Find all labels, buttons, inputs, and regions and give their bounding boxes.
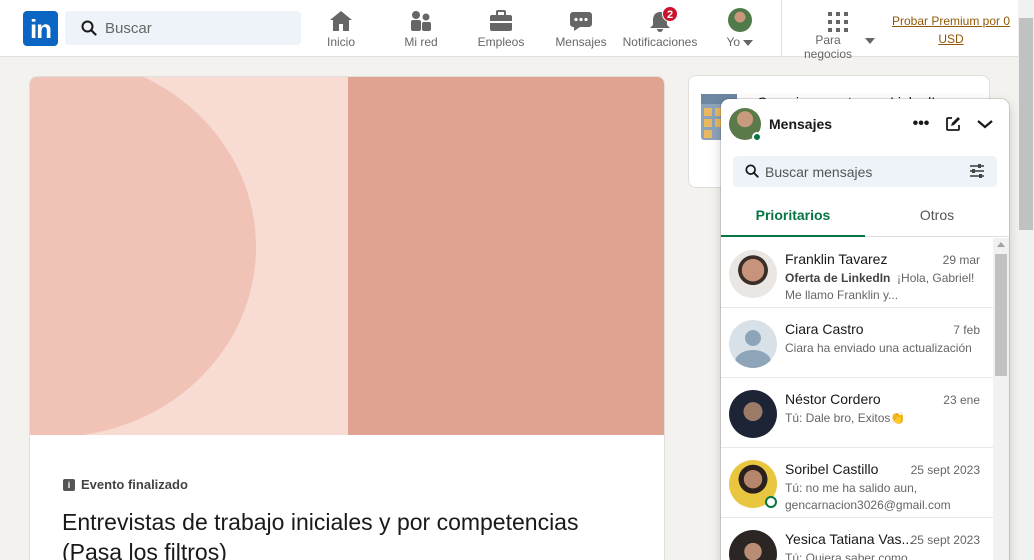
messaging-panel: Mensajes ••• Prioritarios Otros Franklin…	[721, 99, 1009, 560]
nav-business-label-1: Para	[815, 33, 841, 47]
scrollbar-thumb[interactable]	[995, 254, 1007, 376]
grid-icon	[828, 12, 848, 32]
messaging-title: Mensajes	[769, 116, 833, 132]
premium-link[interactable]: Probar Premium por 0 USD	[889, 12, 1013, 48]
event-card: i Evento finalizado Entrevistas de traba…	[29, 76, 665, 560]
conversation-item[interactable]: Néstor Cordero 23 ene Tú: Dale bro, Exit…	[721, 378, 993, 448]
messaging-search-input[interactable]	[765, 156, 965, 187]
page-scrollbar[interactable]	[1018, 0, 1034, 560]
info-icon: i	[63, 478, 75, 491]
network-icon	[411, 11, 431, 31]
conversation-name: Soribel Castillo	[785, 461, 879, 477]
nav-network-label: Mi red	[404, 35, 438, 49]
conversation-date: 29 mar	[942, 253, 980, 267]
online-status-dot	[752, 132, 762, 142]
messaging-icon	[570, 12, 592, 31]
event-status: i Evento finalizado	[63, 477, 188, 492]
nav-messaging[interactable]: Mensajes	[554, 6, 608, 52]
nav-network[interactable]: Mi red	[399, 6, 443, 52]
nav-messaging-label: Mensajes	[555, 35, 607, 49]
conversation-preview: Ciara ha enviado una actualización	[785, 341, 972, 355]
avatar	[729, 530, 777, 560]
page-scrollbar-thumb[interactable]	[1019, 18, 1033, 230]
conversation-item[interactable]: Franklin Tavarez 29 mar Oferta de Linked…	[721, 238, 993, 308]
conversation-name: Yesica Tatiana Vas...	[785, 531, 914, 547]
jobs-icon	[490, 10, 512, 31]
nav-business[interactable]: Para negocios	[800, 6, 876, 61]
nav-notifications-label: Notificaciones	[622, 35, 698, 49]
nav-home[interactable]: Inicio	[320, 6, 362, 52]
messaging-header[interactable]: Mensajes •••	[721, 99, 1009, 149]
event-title: Entrevistas de trabajo iniciales y por c…	[62, 509, 579, 560]
nav-jobs-label: Empleos	[477, 35, 525, 49]
minimize-button[interactable]	[973, 112, 997, 136]
tab-otros[interactable]: Otros	[865, 197, 1009, 237]
event-banner	[30, 77, 664, 435]
nav-home-label: Inicio	[326, 35, 355, 49]
conversation-name: Franklin Tavarez	[785, 251, 888, 267]
conversation-name: Ciara Castro	[785, 321, 864, 337]
conversation-name: Néstor Cordero	[785, 391, 881, 407]
search-icon	[745, 164, 759, 178]
banner-right-panel	[348, 77, 664, 435]
linkedin-logo[interactable]: in	[23, 11, 58, 46]
filter-icon[interactable]	[969, 163, 985, 179]
global-nav: in Inicio Mi red Empleos Mensajes 2 Noti…	[0, 0, 1018, 61]
avatar	[729, 320, 777, 368]
conversation-tag: Oferta de LinkedIn	[785, 271, 891, 285]
compose-icon	[946, 117, 960, 131]
avatar	[728, 8, 752, 32]
banner-circle-shape	[30, 77, 256, 435]
conversation-item[interactable]: Soribel Castillo 25 sept 2023 Tú: no me …	[721, 448, 993, 518]
messaging-tabs: Prioritarios Otros	[721, 197, 1009, 237]
default-person-icon	[745, 330, 761, 346]
more-options-button[interactable]: •••	[909, 112, 933, 136]
conversation-date: 23 ene	[943, 393, 980, 407]
ellipsis-icon: •••	[912, 115, 930, 132]
messaging-search[interactable]	[733, 156, 997, 187]
notification-badge: 2	[662, 6, 678, 22]
conversation-preview: Tú: no me ha salido aun, gencarnacion302…	[785, 481, 951, 512]
scroll-up-arrow-icon[interactable]	[997, 242, 1005, 247]
conversation-preview: Tú: Dale bro, Exitos👏	[785, 411, 906, 425]
avatar	[729, 250, 777, 298]
home-icon	[330, 11, 352, 31]
online-status-dot	[765, 496, 777, 508]
search-bar[interactable]	[65, 11, 301, 45]
nav-business-label-2: negocios	[803, 47, 853, 61]
conversation-list: Franklin Tavarez 29 mar Oferta de Linked…	[721, 238, 993, 560]
tab-prioritarios[interactable]: Prioritarios	[721, 197, 865, 237]
nav-me[interactable]: Yo	[723, 6, 757, 52]
avatar	[729, 390, 777, 438]
conversation-scrollbar[interactable]	[993, 238, 1009, 560]
compose-button[interactable]	[941, 112, 965, 136]
chevron-down-icon	[865, 38, 875, 44]
conversation-date: 25 sept 2023	[910, 533, 980, 547]
search-icon	[81, 20, 97, 36]
chevron-down-icon	[977, 120, 993, 129]
nav-divider	[781, 0, 782, 57]
conversation-item[interactable]: Yesica Tatiana Vas... 25 sept 2023 Tú: Q…	[721, 518, 993, 560]
nav-notifications[interactable]: 2 Notificaciones	[622, 6, 698, 52]
chevron-down-icon	[743, 39, 754, 46]
event-status-label: Evento finalizado	[81, 477, 188, 492]
conversation-date: 25 sept 2023	[910, 463, 980, 477]
nav-me-label: Yo	[726, 35, 741, 49]
conversation-date: 7 feb	[953, 323, 980, 337]
conversation-item[interactable]: Ciara Castro 7 feb Ciara ha enviado una …	[721, 308, 993, 378]
nav-jobs[interactable]: Empleos	[476, 6, 526, 52]
search-input[interactable]	[105, 11, 295, 45]
conversation-preview: Tú: Quiera saber como	[785, 551, 908, 560]
